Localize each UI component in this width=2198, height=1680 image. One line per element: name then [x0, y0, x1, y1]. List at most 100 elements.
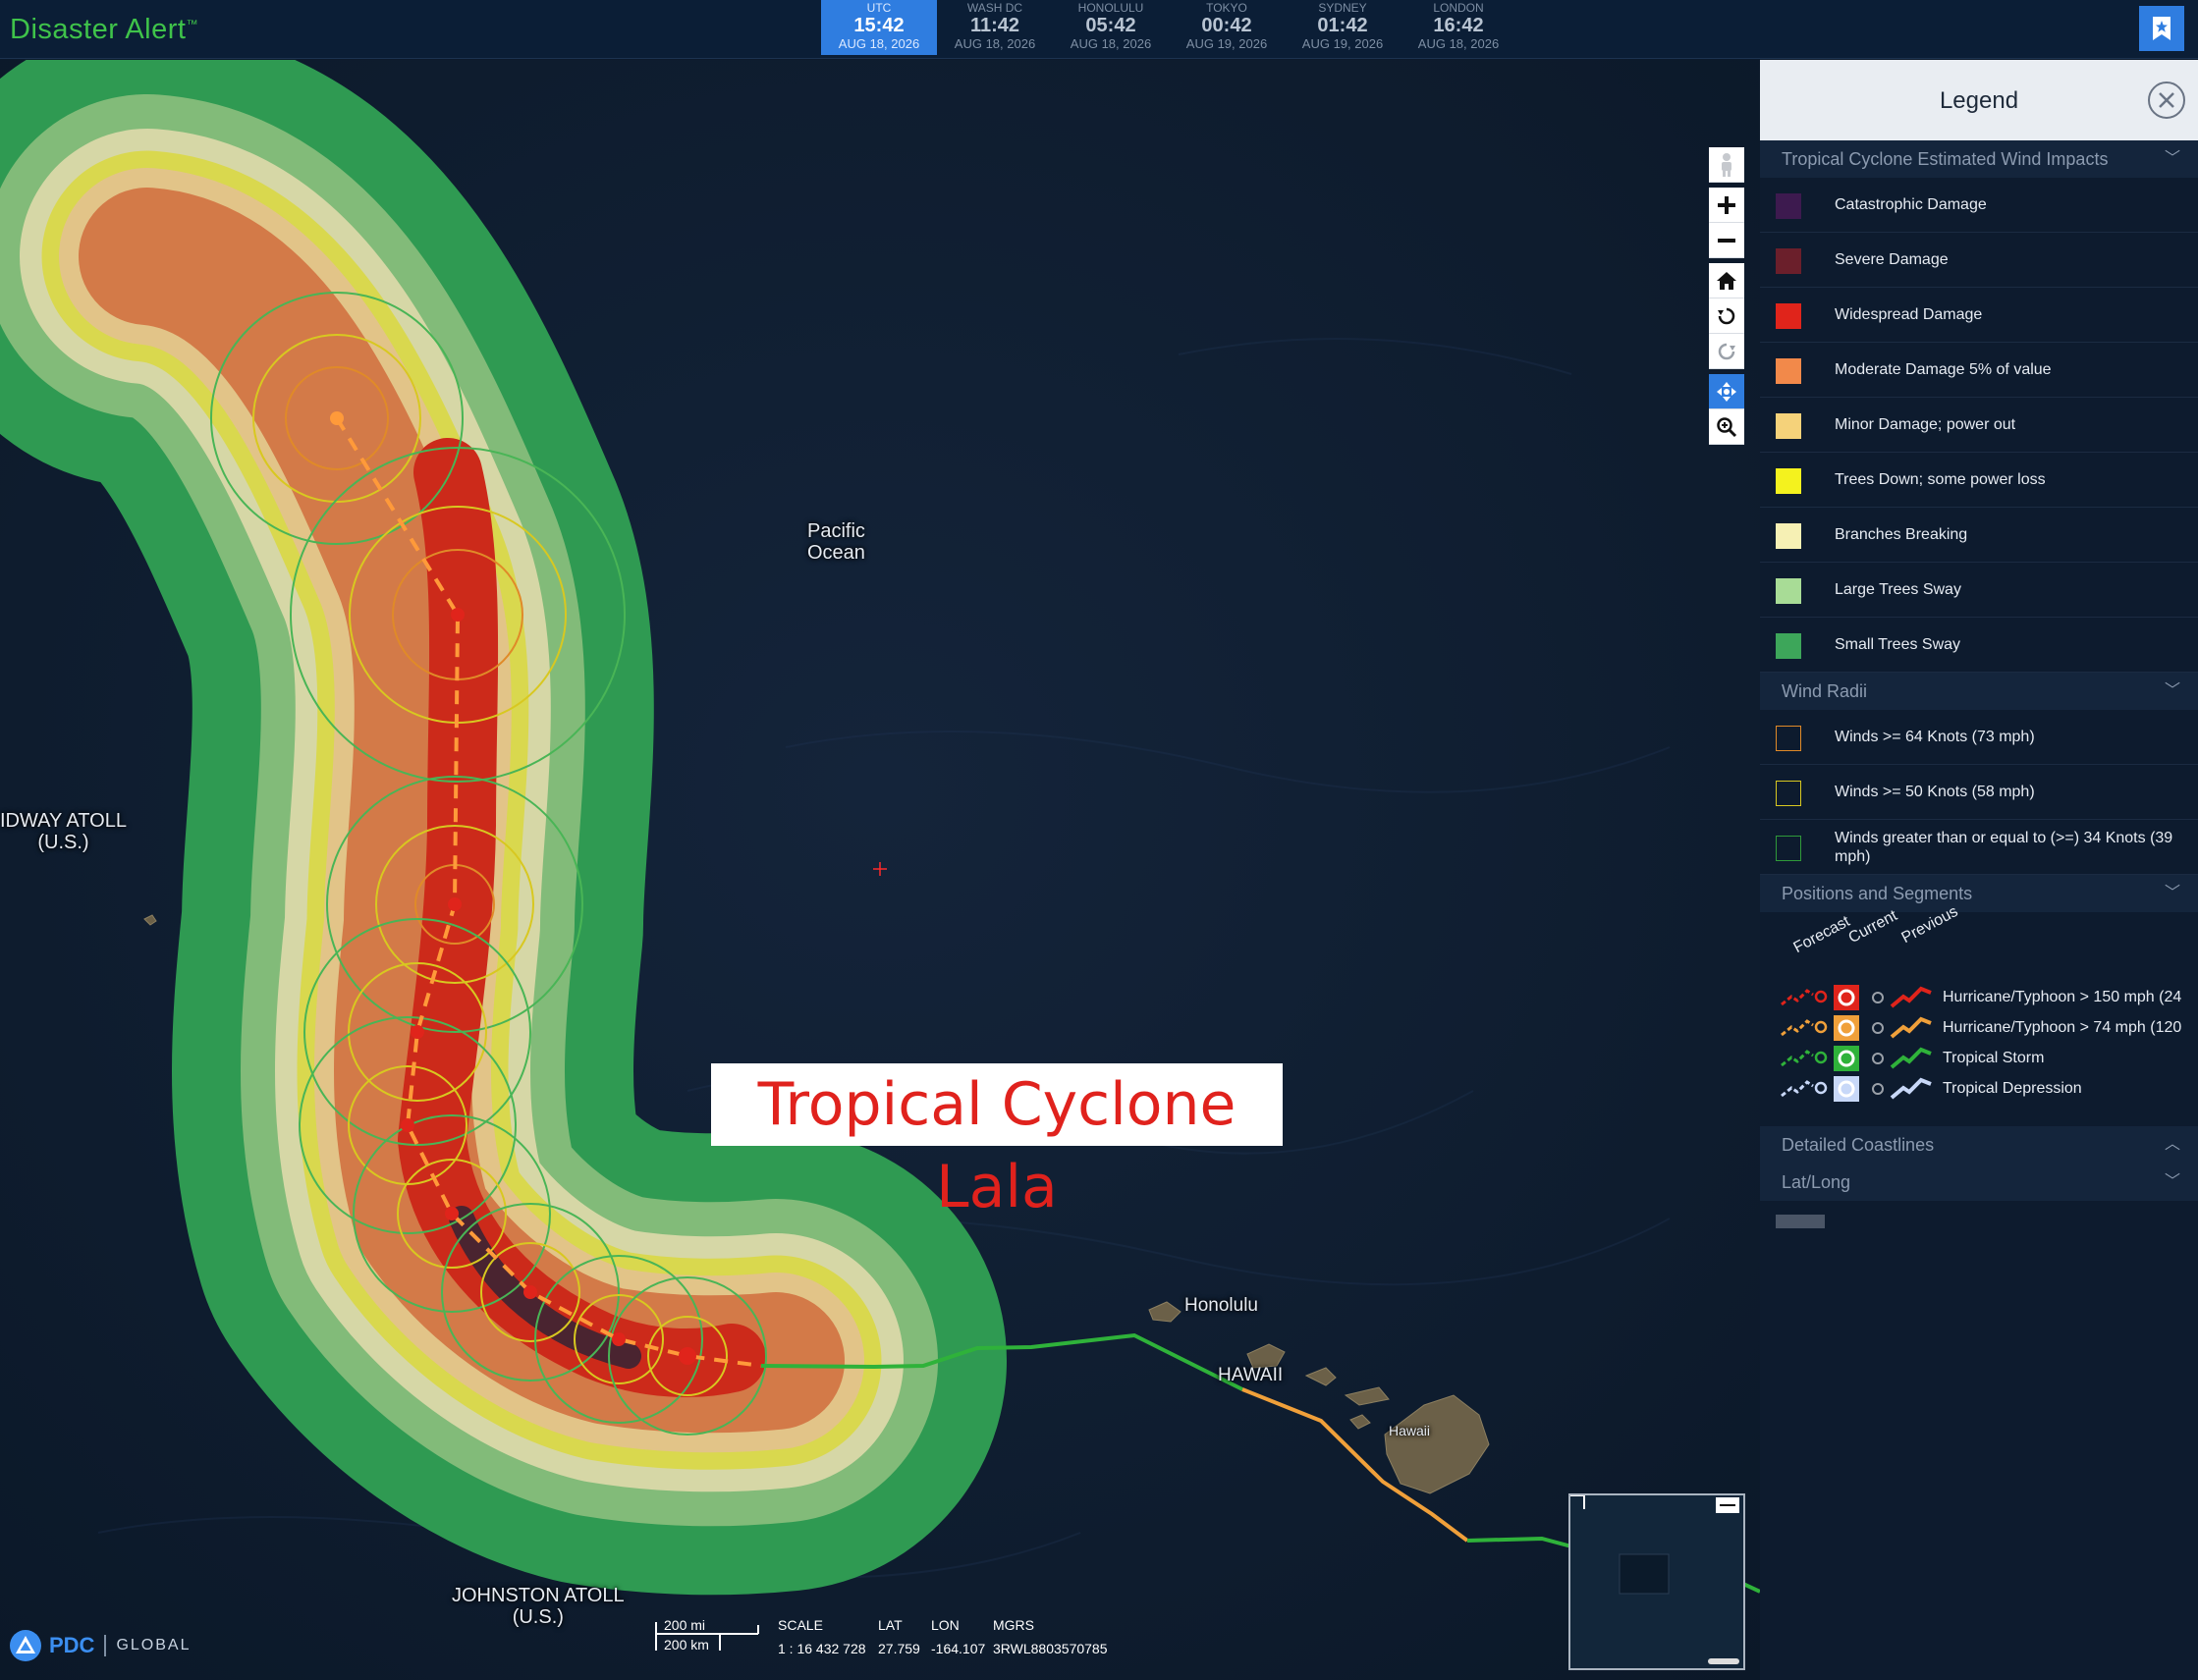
- position-row-label: Tropical Storm: [1943, 1050, 2045, 1066]
- section-coastlines-label: Detailed Coastlines: [1782, 1135, 1935, 1155]
- legend-item: Moderate Damage 5% of value: [1760, 343, 2198, 398]
- legend-item-label: Winds greater than or equal to (>=) 34 K…: [1835, 830, 2173, 865]
- position-row-label: Hurricane/Typhoon > 150 mph (24: [1943, 989, 2182, 1005]
- section-positions[interactable]: Positions and Segments ﹀: [1760, 875, 2198, 912]
- logo-divider: [104, 1635, 107, 1656]
- lon-label: LON: [931, 1617, 960, 1633]
- forecast-track-icon: [1781, 1080, 1828, 1098]
- midway-atoll-label: IDWAY ATOLL (U.S.): [0, 810, 127, 853]
- forecast-header: Forecast: [1790, 912, 1853, 957]
- current-header: Current: [1845, 907, 1900, 948]
- section-wind-radii[interactable]: Wind Radii ﹀: [1760, 673, 2198, 710]
- zoom-box-button[interactable]: [1709, 409, 1744, 445]
- forecast-track-icon: [1781, 1019, 1828, 1037]
- overview-minimap[interactable]: [1568, 1493, 1745, 1670]
- legend-item-label: Small Trees Sway: [1835, 636, 1961, 653]
- clock-time: 16:42: [1433, 15, 1484, 36]
- color-swatch: [1776, 248, 1801, 274]
- legend-item: Winds >= 50 Knots (58 mph): [1760, 765, 2198, 820]
- clock-date: AUG 19, 2026: [1185, 36, 1268, 51]
- previous-track-icon: [1872, 986, 1932, 1008]
- legend-item: Trees Down; some power loss: [1760, 453, 2198, 508]
- pegman-icon: [1722, 152, 1731, 177]
- map-canvas: [0, 60, 1760, 1680]
- clock-sydney[interactable]: SYDNEY 01:42 AUG 19, 2026: [1285, 0, 1401, 55]
- color-swatch: [1776, 633, 1801, 659]
- clock-wash-dc[interactable]: WASH DC 11:42 AUG 18, 2026: [937, 0, 1053, 55]
- bookmark-button[interactable]: [2139, 6, 2184, 51]
- legend-item: Winds greater than or equal to (>=) 34 K…: [1760, 820, 2198, 875]
- zoom-box-icon: [1717, 416, 1737, 437]
- pdc-logo-text: PDC: [49, 1633, 95, 1657]
- color-swatch: [1776, 413, 1801, 439]
- zoom-out-button[interactable]: [1709, 223, 1744, 258]
- clock-city: SYDNEY: [1318, 1, 1367, 15]
- clock-honolulu[interactable]: HONOLULU 05:42 AUG 18, 2026: [1053, 0, 1169, 55]
- latlong-swatch: [1776, 1215, 1825, 1228]
- color-swatch: [1776, 193, 1801, 219]
- legend-close-button[interactable]: [2148, 81, 2185, 119]
- clock-date: AUG 18, 2026: [1070, 36, 1152, 51]
- legend-item-label: Minor Damage; power out: [1835, 416, 2016, 433]
- clock-time: 00:42: [1201, 15, 1252, 36]
- section-coastlines[interactable]: Detailed Coastlines ︿: [1760, 1126, 2198, 1164]
- pan-button[interactable]: [1709, 374, 1744, 409]
- legend-item-label: Severe Damage: [1835, 251, 1949, 268]
- legend-item-label: Large Trees Sway: [1835, 581, 1961, 598]
- color-swatch: [1776, 303, 1801, 329]
- scale-bar-miles: 200 mi: [664, 1617, 706, 1633]
- scale-label: SCALE: [778, 1617, 823, 1633]
- section-latlong[interactable]: Lat/Long ﹀: [1760, 1164, 2198, 1201]
- section-wind-impacts[interactable]: Tropical Cyclone Estimated Wind Impacts ﹀: [1760, 140, 2198, 178]
- mgrs-label: MGRS: [993, 1617, 1034, 1633]
- position-row: Hurricane/Typhoon > 150 mph (24: [1780, 985, 2192, 1014]
- home-button[interactable]: [1709, 263, 1744, 298]
- app-title-text: Disaster Alert: [10, 14, 187, 45]
- pan-icon: [1717, 381, 1736, 402]
- color-swatch: [1776, 578, 1801, 604]
- zoom-in-button[interactable]: [1709, 188, 1744, 223]
- current-position-icon: [1834, 1076, 1859, 1102]
- section-wind-impacts-label: Tropical Cyclone Estimated Wind Impacts: [1782, 149, 2109, 169]
- clock-city: WASH DC: [966, 1, 1023, 15]
- rotate-left-icon: [1718, 307, 1735, 324]
- clock-time: 05:42: [1085, 15, 1136, 36]
- pdc-global-text: GLOBAL: [116, 1637, 192, 1653]
- rotate-right-button[interactable]: [1709, 334, 1744, 369]
- clock-date: AUG 18, 2026: [838, 36, 920, 51]
- star-bookmark-icon: [2153, 17, 2171, 40]
- clock-london[interactable]: LONDON 16:42 AUG 18, 2026: [1401, 0, 1516, 55]
- outline-swatch: [1776, 781, 1801, 806]
- pdc-logo-icon: [10, 1630, 41, 1661]
- hawaii-island-label: Hawaii: [1389, 1423, 1431, 1438]
- chevron-down-icon: ﹀: [2164, 885, 2180, 901]
- lon-value: -164.107: [931, 1641, 986, 1656]
- clock-utc[interactable]: UTC 15:42 AUG 18, 2026: [821, 0, 937, 55]
- outline-swatch: [1776, 836, 1801, 861]
- latlong-body: [1760, 1201, 2198, 1240]
- chevron-up-icon: ︿: [2164, 1136, 2180, 1153]
- street-view-button[interactable]: [1709, 147, 1744, 183]
- storm-name-callout: Tropical Cyclone Lala: [711, 1063, 1283, 1221]
- clock-city: TOKYO: [1206, 1, 1247, 15]
- rotate-left-button[interactable]: [1709, 298, 1744, 334]
- previous-track-icon: [1872, 1077, 1932, 1100]
- home-icon: [1717, 271, 1736, 290]
- position-row-label: Hurricane/Typhoon > 74 mph (120: [1943, 1019, 2182, 1036]
- scale-bar-km: 200 km: [664, 1637, 709, 1653]
- hawaii-state-label: HAWAII: [1218, 1365, 1284, 1385]
- outline-swatch: [1776, 726, 1801, 751]
- legend-item: Minor Damage; power out: [1760, 398, 2198, 453]
- position-row-label: Tropical Depression: [1943, 1080, 2082, 1097]
- map-view[interactable]: Pacific Ocean IDWAY ATOLL (U.S.) Honolul…: [0, 60, 1760, 1680]
- trademark-mark: ™: [186, 17, 198, 31]
- legend-title: Legend: [1939, 87, 2019, 114]
- lat-label: LAT: [878, 1617, 903, 1633]
- close-icon: [2159, 92, 2174, 108]
- legend-item-label: Trees Down; some power loss: [1835, 471, 2046, 488]
- legend-item: Winds >= 64 Knots (73 mph): [1760, 710, 2198, 765]
- clock-time: 01:42: [1317, 15, 1368, 36]
- honolulu-label: Honolulu: [1184, 1295, 1258, 1316]
- clock-tokyo[interactable]: TOKYO 00:42 AUG 19, 2026: [1169, 0, 1285, 55]
- legend-item: Branches Breaking: [1760, 508, 2198, 563]
